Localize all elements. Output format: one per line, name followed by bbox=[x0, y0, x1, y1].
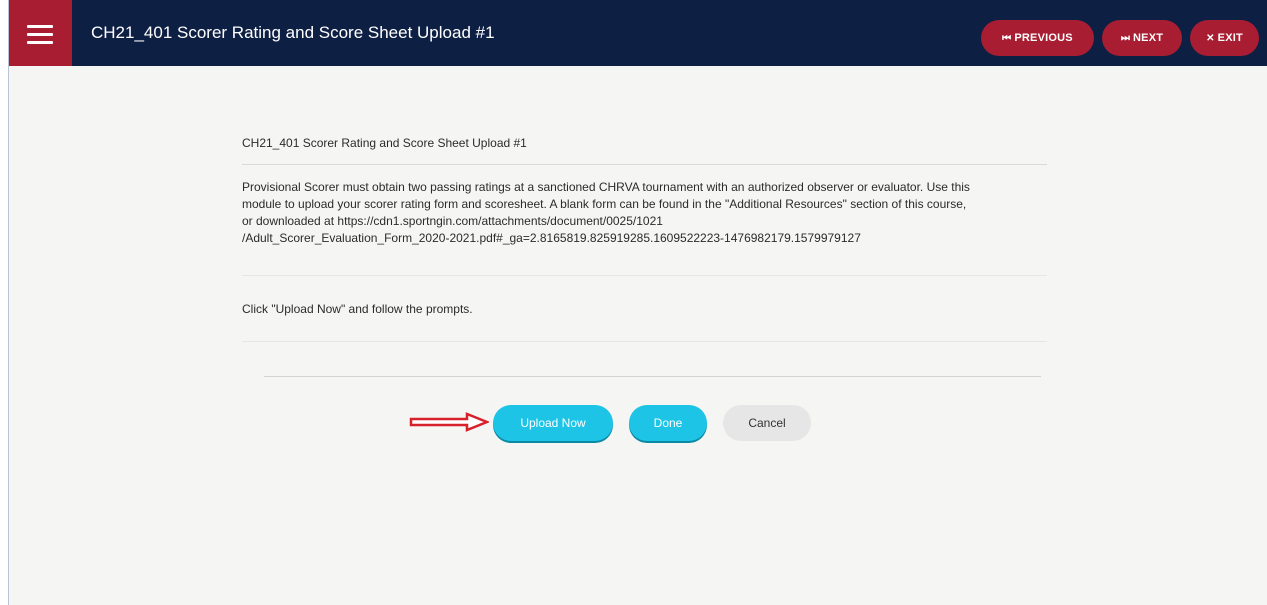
top-bar: CH21_401 Scorer Rating and Score Sheet U… bbox=[9, 0, 1267, 66]
cancel-button[interactable]: Cancel bbox=[723, 405, 811, 441]
divider bbox=[242, 275, 1047, 276]
description-line: module to upload your scorer rating form… bbox=[242, 197, 967, 211]
previous-label: PREVIOUS bbox=[1014, 32, 1073, 44]
description-line: /Adult_Scorer_Evaluation_Form_2020-2021.… bbox=[242, 231, 861, 245]
module-heading: CH21_401 Scorer Rating and Score Sheet U… bbox=[242, 136, 527, 150]
exit-label: EXIT bbox=[1217, 32, 1243, 44]
divider bbox=[242, 341, 1047, 342]
app-frame: CH21_401 Scorer Rating and Score Sheet U… bbox=[8, 0, 1267, 605]
hamburger-menu-button[interactable] bbox=[9, 0, 72, 66]
hamburger-icon-line bbox=[27, 33, 53, 36]
upload-now-button[interactable]: Upload Now bbox=[493, 405, 613, 441]
actions-divider bbox=[264, 376, 1041, 377]
previous-button[interactable]: ⏮ PREVIOUS bbox=[981, 20, 1094, 56]
skip-back-icon: ⏮ bbox=[1002, 32, 1012, 44]
skip-forward-icon: ⏭ bbox=[1120, 32, 1131, 44]
next-button[interactable]: ⏭ NEXT bbox=[1102, 20, 1182, 56]
description-line: Provisional Scorer must obtain two passi… bbox=[242, 180, 970, 194]
module-instruction: Click "Upload Now" and follow the prompt… bbox=[242, 302, 473, 316]
close-icon: ✕ bbox=[1206, 32, 1215, 44]
page-title: CH21_401 Scorer Rating and Score Sheet U… bbox=[91, 23, 495, 42]
done-button[interactable]: Done bbox=[629, 405, 707, 441]
next-label: NEXT bbox=[1133, 32, 1164, 44]
exit-button[interactable]: ✕ EXIT bbox=[1190, 20, 1259, 56]
hamburger-icon bbox=[27, 25, 53, 28]
divider bbox=[242, 164, 1047, 165]
description-line: or downloaded at https://cdn1.sportngin.… bbox=[242, 214, 663, 228]
module-description: Provisional Scorer must obtain two passi… bbox=[242, 179, 1052, 247]
hamburger-icon-line bbox=[27, 41, 53, 44]
red-right-arrow-icon bbox=[409, 412, 489, 432]
